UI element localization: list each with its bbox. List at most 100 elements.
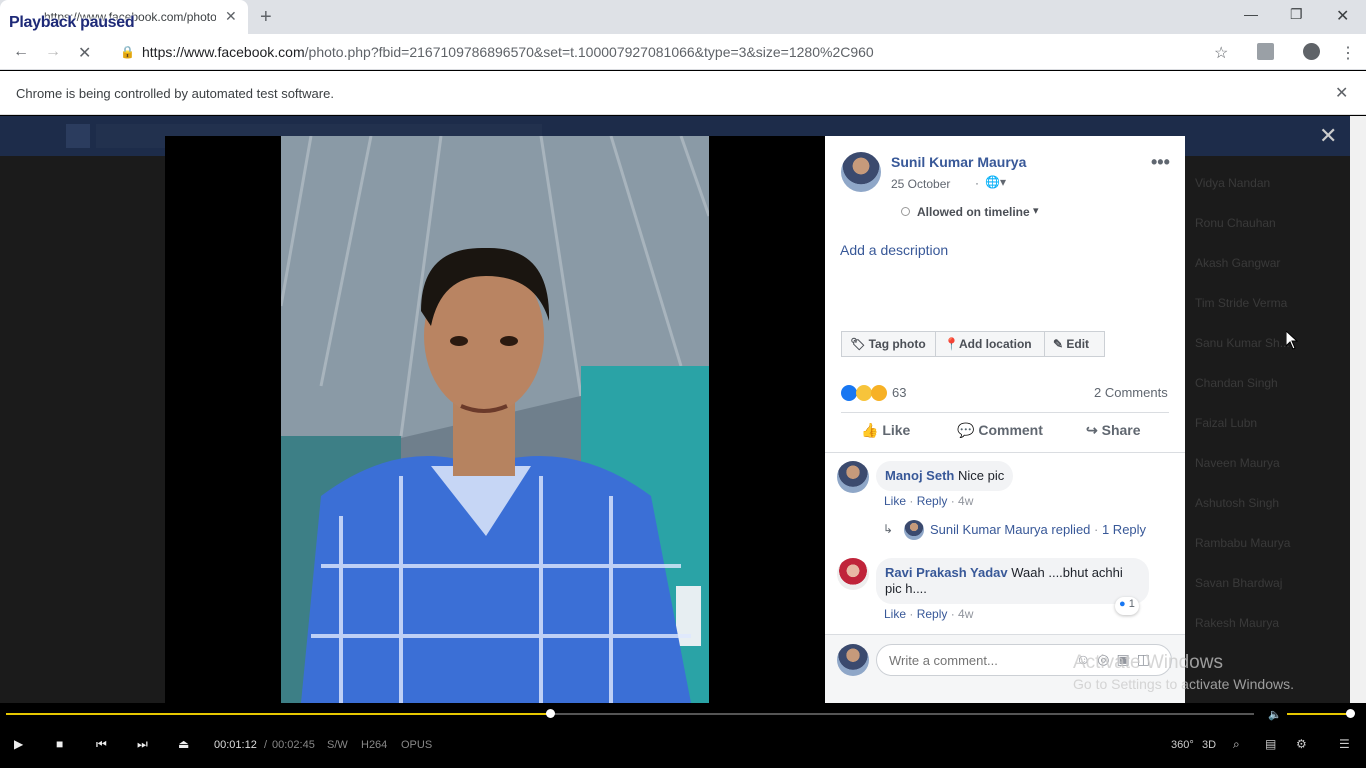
vr360-button[interactable]: 360° xyxy=(1171,739,1194,751)
address-bar[interactable]: https://www.facebook.com/photo.php?fbid=… xyxy=(142,44,874,60)
profile-icon[interactable] xyxy=(1303,43,1320,60)
author-avatar[interactable] xyxy=(841,152,881,192)
subtitles-icon[interactable]: ▤ xyxy=(1265,737,1276,751)
comment-like-link[interactable]: Like xyxy=(884,607,906,621)
window-close-icon[interactable]: ✕ xyxy=(1336,6,1349,26)
reaction-count[interactable]: 63 xyxy=(892,385,906,400)
url-host: https://www.facebook.com xyxy=(142,44,305,60)
commenter-avatar[interactable] xyxy=(837,461,869,493)
theater-close-icon[interactable]: ✕ xyxy=(1319,123,1337,149)
close-tab-icon[interactable]: ✕ xyxy=(225,8,237,25)
comment-like-link[interactable]: Like xyxy=(884,494,906,508)
decoder-tag: S/W xyxy=(327,739,348,751)
volume-slider[interactable] xyxy=(1287,713,1350,715)
restore-icon[interactable]: ❐ xyxy=(1290,6,1303,23)
thumbs-up-icon: 👍 xyxy=(861,422,883,438)
privacy-separator: · xyxy=(975,176,979,190)
photo-image[interactable] xyxy=(281,136,709,703)
share-arrow-icon: ↪ xyxy=(1086,422,1102,438)
minimize-icon[interactable]: — xyxy=(1244,6,1258,22)
chat-name: Rakesh Maurya xyxy=(1195,616,1280,630)
viewer-avatar xyxy=(837,644,869,676)
infobar-text: Chrome is being controlled by automated … xyxy=(16,86,334,101)
activation-watermark-title: Activate Windows xyxy=(1073,652,1223,673)
post-date[interactable]: 25 October xyxy=(891,177,950,191)
extension-icon[interactable] xyxy=(1257,43,1274,60)
volume-icon[interactable]: 🔈 xyxy=(1268,708,1282,721)
comment-reaction-badge[interactable]: ● 1 xyxy=(1115,597,1139,615)
comment-author-link[interactable]: Manoj Seth xyxy=(885,468,954,483)
volume-handle[interactable] xyxy=(1346,709,1355,718)
chat-name: Faizal Lubn xyxy=(1195,416,1258,430)
bookmark-star-icon[interactable]: ☆ xyxy=(1214,43,1228,63)
edit-button[interactable]: ✎ Edit xyxy=(1044,331,1105,357)
tag-photo-button[interactable]: 🏷 Tag photo xyxy=(841,331,936,357)
playlist-menu-icon[interactable]: ☰ xyxy=(1339,737,1350,751)
stop-loading-icon[interactable]: ✕ xyxy=(78,43,91,63)
timeline-chevron-icon[interactable]: ▾ xyxy=(1033,204,1039,217)
comment-age[interactable]: 4w xyxy=(958,494,973,508)
comment-age[interactable]: 4w xyxy=(958,607,973,621)
3d-button[interactable]: 3D xyxy=(1202,739,1216,751)
like-action-button[interactable]: 👍 Like xyxy=(861,422,910,439)
edit-label: Edit xyxy=(1066,337,1090,351)
wow-reaction-icon[interactable] xyxy=(871,385,887,401)
page-scrollbar[interactable] xyxy=(1350,116,1366,703)
comment-bubble: Manoj Seth Nice pic xyxy=(876,461,1014,491)
comment-author-link[interactable]: Ravi Prakash Yadav xyxy=(885,565,1008,580)
more-options-icon[interactable]: ••• xyxy=(1151,152,1170,173)
add-location-button[interactable]: 📍Add location xyxy=(935,331,1045,357)
share-action-button[interactable]: ↪ Share xyxy=(1086,422,1141,439)
chat-name: Chandan Singh xyxy=(1195,376,1278,390)
new-tab-icon[interactable]: + xyxy=(260,6,272,29)
comment-action-button[interactable]: 💬 Comment xyxy=(957,422,1043,439)
globe-icon[interactable]: 🌐▾ xyxy=(985,175,1006,189)
tag-photo-label: Tag photo xyxy=(868,337,926,351)
play-icon[interactable]: ▶ xyxy=(14,737,23,751)
settings-gear-icon[interactable]: ⚙ xyxy=(1296,737,1307,751)
chat-name: Naveen Maurya xyxy=(1195,456,1280,470)
facebook-logo-icon xyxy=(66,124,90,148)
activation-watermark-text: Go to Settings to activate Windows. xyxy=(1073,676,1294,692)
audio-codec-tag: OPUS xyxy=(401,739,433,751)
facebook-page: ✕ Vidya Nandan Ronu Chauhan Akash Gangwa… xyxy=(0,116,1350,703)
like-reaction-icon[interactable] xyxy=(841,385,857,401)
previous-icon[interactable]: ⏮ xyxy=(96,737,107,752)
zoom-search-icon[interactable]: ⌕ xyxy=(1233,737,1240,752)
next-icon[interactable]: ⏭ xyxy=(137,737,148,752)
comment-reply-link[interactable]: Reply xyxy=(917,494,948,508)
comment-text: Nice pic xyxy=(957,468,1005,483)
browser-toolbar: ← → ✕ 🔒 https://www.facebook.com/photo.p… xyxy=(0,34,1366,70)
forward-icon[interactable]: → xyxy=(45,43,61,61)
menu-kebab-icon[interactable]: ⋮ xyxy=(1340,43,1356,63)
haha-reaction-icon[interactable] xyxy=(856,385,872,401)
location-pin-icon: 📍 xyxy=(944,337,959,351)
timeline-status[interactable]: Allowed on timeline xyxy=(917,205,1030,219)
view-replies-link[interactable]: Sunil Kumar Maurya replied · 1 Reply xyxy=(930,522,1146,537)
comment-label: Comment xyxy=(978,422,1043,438)
comments-count-link[interactable]: 2 Comments xyxy=(1094,385,1168,400)
seek-handle[interactable] xyxy=(546,709,556,718)
mouse-cursor-icon xyxy=(1286,331,1298,350)
comment-reply-link[interactable]: Reply xyxy=(917,607,948,621)
eject-icon[interactable]: ⏏ xyxy=(178,737,189,751)
chat-name: Akash Gangwar xyxy=(1195,256,1281,270)
comment-meta: Like · Reply · 4w xyxy=(884,607,974,621)
add-description-link[interactable]: Add a description xyxy=(840,242,948,258)
chat-name: Savan Bhardwaj xyxy=(1195,576,1283,590)
back-icon[interactable]: ← xyxy=(13,43,29,61)
divider xyxy=(841,412,1169,413)
post-author-link[interactable]: Sunil Kumar Maurya xyxy=(891,154,1026,170)
stop-icon[interactable]: ■ xyxy=(56,737,63,751)
total-time: 00:02:45 xyxy=(272,739,315,751)
tag-icon: 🏷 xyxy=(850,337,869,351)
comment-bubble-icon: 💬 xyxy=(957,422,979,438)
reply-author: Sunil Kumar Maurya replied xyxy=(930,522,1091,537)
commenter-avatar[interactable] xyxy=(837,558,869,590)
lock-icon[interactable]: 🔒 xyxy=(120,45,135,59)
seek-bar-fill xyxy=(6,713,551,715)
photo-details-panel: Sunil Kumar Maurya 25 October · 🌐▾ ••• A… xyxy=(825,136,1185,703)
comment-meta: Like · Reply · 4w xyxy=(884,494,974,508)
infobar-close-icon[interactable]: ✕ xyxy=(1335,83,1348,103)
seek-bar[interactable] xyxy=(6,709,1254,718)
